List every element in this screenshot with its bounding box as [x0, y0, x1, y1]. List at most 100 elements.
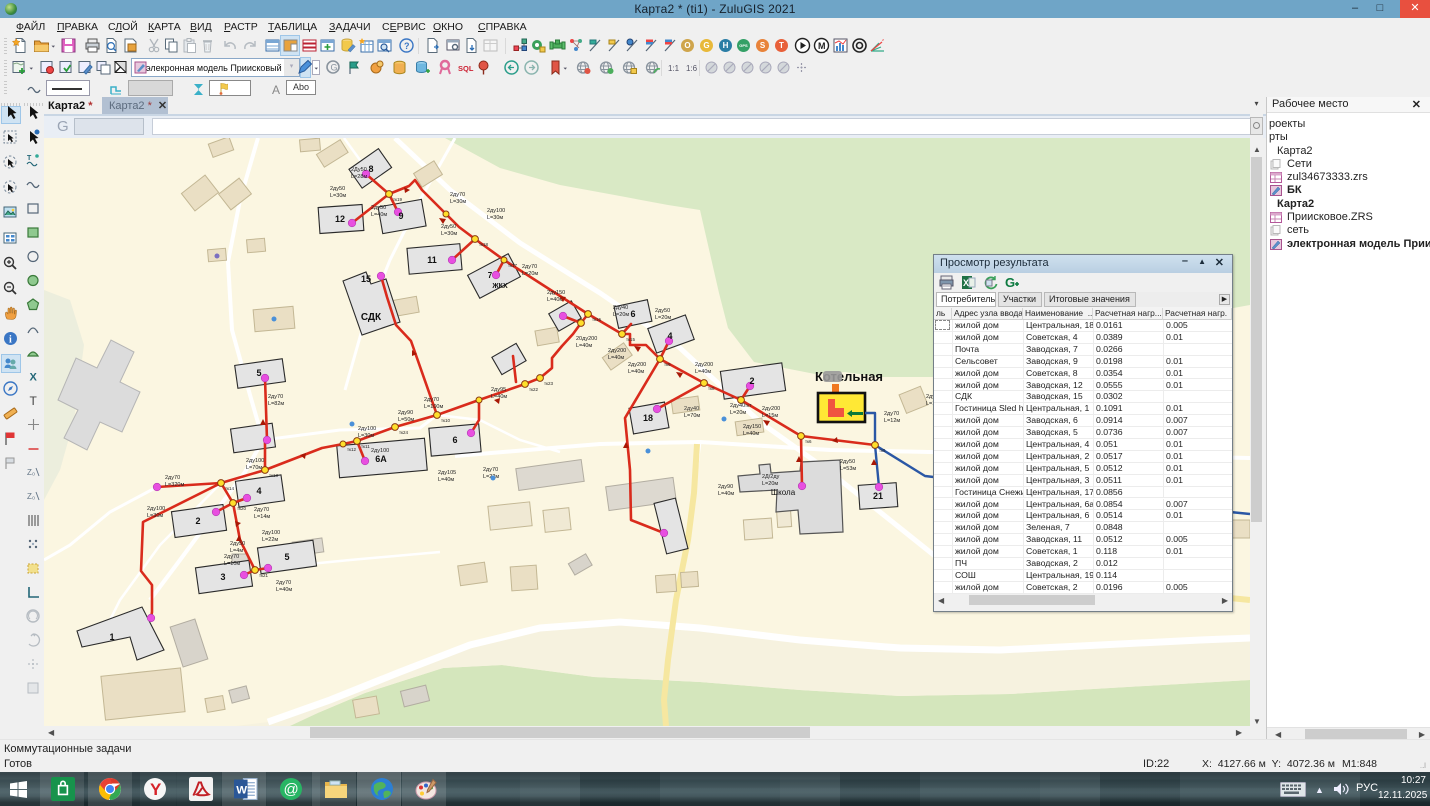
svg-text:L=100м: L=100м: [424, 404, 443, 410]
svg-text:T: T: [30, 394, 38, 408]
svg-text:2ду70: 2ду70: [276, 580, 291, 586]
svg-text:4: 4: [667, 331, 672, 341]
svg-text:L=20м: L=20м: [730, 410, 746, 416]
svg-text:тк19: тк19: [393, 197, 403, 202]
svg-text:СДК: СДК: [361, 312, 382, 323]
svg-text:L=40м: L=40м: [276, 587, 292, 593]
svg-text:L=40м: L=40м: [576, 343, 592, 349]
svg-text:тк16: тк16: [592, 317, 602, 322]
svg-text:2ду50: 2ду50: [655, 308, 670, 314]
svg-text:тк10: тк10: [441, 418, 451, 423]
svg-text:SQL: SQL: [458, 64, 474, 73]
svg-text:1:6: 1:6: [686, 64, 698, 73]
svg-text:2ду100: 2ду100: [487, 208, 505, 214]
svg-text:L=50м: L=50м: [398, 417, 414, 423]
svg-text:9: 9: [398, 211, 403, 221]
svg-text:A: A: [272, 83, 280, 97]
svg-text:L=20м: L=20м: [613, 312, 629, 318]
svg-text:6А: 6А: [375, 454, 387, 464]
svg-text:тк20: тк20: [237, 506, 247, 511]
svg-text:2ду200: 2ду200: [628, 362, 646, 368]
svg-text:2ду95: 2ду95: [491, 387, 506, 393]
svg-text:L=30м: L=30м: [487, 215, 503, 221]
svg-text:тк14: тк14: [225, 486, 235, 491]
svg-text:L=40м: L=40м: [743, 431, 759, 437]
svg-text:1: 1: [109, 632, 114, 642]
svg-text:6: 6: [452, 435, 457, 445]
svg-text:2ду50: 2ду50: [840, 459, 855, 465]
svg-text:L=30м: L=30м: [147, 513, 163, 519]
svg-text:L=53м: L=53м: [840, 466, 856, 472]
svg-text:2ду40: 2ду40: [730, 403, 745, 409]
svg-text:L=15м: L=15м: [762, 413, 778, 419]
svg-text:L=30м: L=30м: [441, 231, 457, 237]
svg-text:тк18: тк18: [479, 242, 489, 247]
svg-text:7: 7: [488, 271, 493, 280]
svg-text:i: i: [9, 334, 12, 345]
svg-text:L=30м: L=30м: [330, 193, 346, 199]
svg-text:2ду100: 2ду100: [246, 458, 264, 464]
svg-text:G: G: [331, 63, 338, 73]
svg-text:L=20м: L=20м: [655, 315, 671, 321]
svg-text:2ду105: 2ду105: [438, 470, 456, 476]
svg-text:2ду70: 2ду70: [268, 394, 283, 400]
svg-text:2ду70: 2ду70: [254, 507, 269, 513]
svg-text:18: 18: [643, 413, 653, 423]
svg-text:4: 4: [256, 486, 261, 496]
svg-text:L=40м: L=40м: [695, 369, 711, 375]
svg-text:W: W: [236, 785, 247, 797]
svg-text:2ду70: 2ду70: [224, 554, 239, 560]
svg-text:тк6: тк6: [805, 439, 812, 444]
svg-text:L=30м: L=30м: [358, 433, 374, 439]
svg-text:X: X: [30, 372, 38, 384]
svg-text:Z₀: Z₀: [27, 492, 35, 501]
svg-text:2ду70: 2ду70: [884, 411, 899, 417]
svg-text:тк11: тк11: [361, 444, 370, 449]
svg-text:тк8: тк8: [708, 386, 715, 391]
svg-text:тк24: тк24: [399, 430, 409, 435]
svg-text:L=40м: L=40м: [718, 491, 734, 497]
svg-text:L=40м: L=40м: [438, 477, 454, 483]
svg-text:2ду200: 2ду200: [608, 348, 626, 354]
svg-text:ЖКХ: ЖКХ: [491, 283, 508, 290]
svg-text:2ду100: 2ду100: [262, 530, 280, 536]
svg-text:L=14м: L=14м: [254, 514, 270, 520]
svg-text:L=20м: L=20м: [522, 271, 538, 277]
svg-text:тк13: тк13: [269, 473, 279, 478]
svg-text:L=82м: L=82м: [268, 401, 284, 407]
svg-text:Y: Y: [150, 780, 162, 799]
svg-text:L=28м: L=28м: [351, 174, 367, 180]
svg-text:2ду50: 2ду50: [371, 205, 386, 211]
svg-text:тк12: тк12: [347, 447, 357, 452]
svg-text:6: 6: [630, 309, 635, 319]
svg-text:тк15: тк15: [626, 337, 636, 342]
svg-text:L=70м: L=70м: [684, 413, 700, 419]
svg-text:X: X: [963, 278, 969, 288]
svg-text:2ду100: 2ду100: [358, 426, 376, 432]
svg-text:2ду100: 2ду100: [147, 506, 165, 512]
svg-text:2ду70: 2ду70: [483, 467, 498, 473]
svg-text:2ду70: 2ду70: [522, 264, 537, 270]
svg-text:T: T: [27, 155, 32, 162]
svg-text:2ду50: 2ду50: [230, 541, 245, 547]
svg-text:тк7: тк7: [745, 403, 752, 408]
svg-text:тк23: тк23: [544, 381, 554, 386]
svg-text:L=40м: L=40м: [608, 355, 624, 361]
svg-text:2ду200: 2ду200: [695, 362, 713, 368]
svg-text:2ду70: 2ду70: [424, 397, 439, 403]
svg-text:2ду50: 2ду50: [441, 224, 456, 230]
svg-text:11: 11: [427, 255, 437, 265]
svg-text:5: 5: [256, 368, 261, 378]
svg-text:2ду200: 2ду200: [762, 406, 780, 412]
svg-text:L=40м: L=40м: [628, 369, 644, 375]
svg-text:2ду70: 2ду70: [165, 475, 180, 481]
svg-text:2ду40: 2ду40: [684, 406, 699, 412]
svg-text:21: 21: [873, 491, 883, 501]
svg-text:2Д/2ду: 2Д/2ду: [762, 474, 780, 480]
svg-text:@: @: [284, 781, 299, 798]
svg-text:G: G: [1005, 275, 1015, 290]
svg-text:тк21: тк21: [259, 573, 269, 578]
svg-text:2ду50: 2ду50: [330, 186, 345, 192]
svg-text:L=70м: L=70м: [246, 465, 262, 471]
svg-text:L=12м: L=12м: [884, 418, 900, 424]
